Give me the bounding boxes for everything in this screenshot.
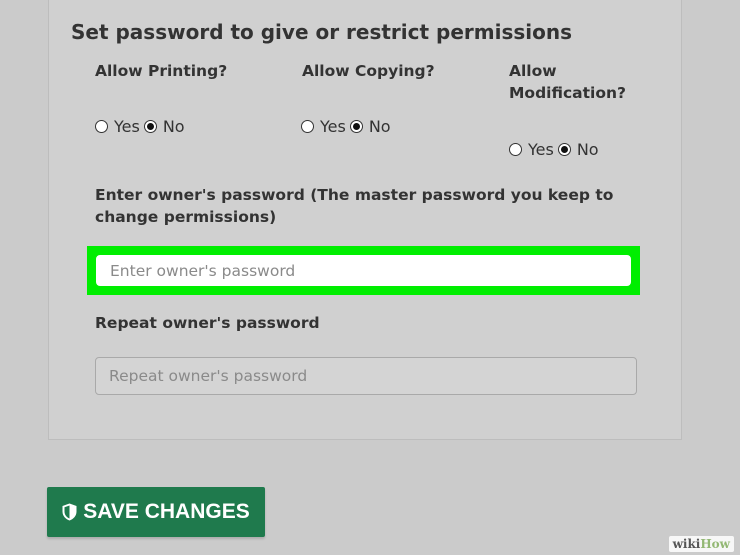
allow-copying-label: Allow Copying? [302, 62, 435, 80]
allow-copying-yes-label[interactable]: Yes [320, 117, 346, 136]
allow-modification-options: Yes No [509, 140, 603, 159]
repeat-password-label: Repeat owner's password [95, 314, 320, 332]
allow-printing-label: Allow Printing? [95, 62, 228, 80]
allow-modification-label-line2: Modification? [509, 84, 627, 102]
owner-password-label: Enter owner's password (The master passw… [95, 186, 614, 226]
allow-modification-label: Allow Modification? [509, 60, 626, 104]
save-changes-label: SAVE CHANGES [83, 500, 250, 523]
allow-printing-yes-radio[interactable] [95, 120, 108, 133]
allow-modification-yes-label[interactable]: Yes [528, 140, 554, 159]
save-changes-button[interactable]: SAVE CHANGES [47, 487, 265, 537]
allow-modification-no-label[interactable]: No [577, 140, 599, 159]
allow-printing-yes-label[interactable]: Yes [114, 117, 140, 136]
watermark-how: How [700, 537, 730, 551]
allow-modification-label-line1: Allow [509, 62, 557, 80]
repeat-password-input[interactable] [95, 357, 637, 395]
watermark-wiki: wiki [672, 537, 701, 551]
wikihow-watermark: wikiHow [668, 536, 734, 552]
shield-icon [62, 503, 77, 521]
owner-password-input[interactable] [96, 255, 631, 286]
allow-printing-no-label[interactable]: No [163, 117, 185, 136]
allow-copying-no-radio[interactable] [349, 120, 363, 133]
allow-copying-no-label[interactable]: No [369, 117, 391, 136]
allow-copying-yes-radio[interactable] [301, 120, 314, 133]
allow-printing-no-radio[interactable] [143, 120, 157, 133]
allow-modification-no-radio[interactable] [557, 143, 571, 156]
allow-modification-yes-radio[interactable] [509, 143, 522, 156]
allow-copying-options: Yes No [301, 117, 395, 136]
section-title: Set password to give or restrict permiss… [71, 20, 573, 44]
allow-printing-options: Yes No [95, 117, 189, 136]
